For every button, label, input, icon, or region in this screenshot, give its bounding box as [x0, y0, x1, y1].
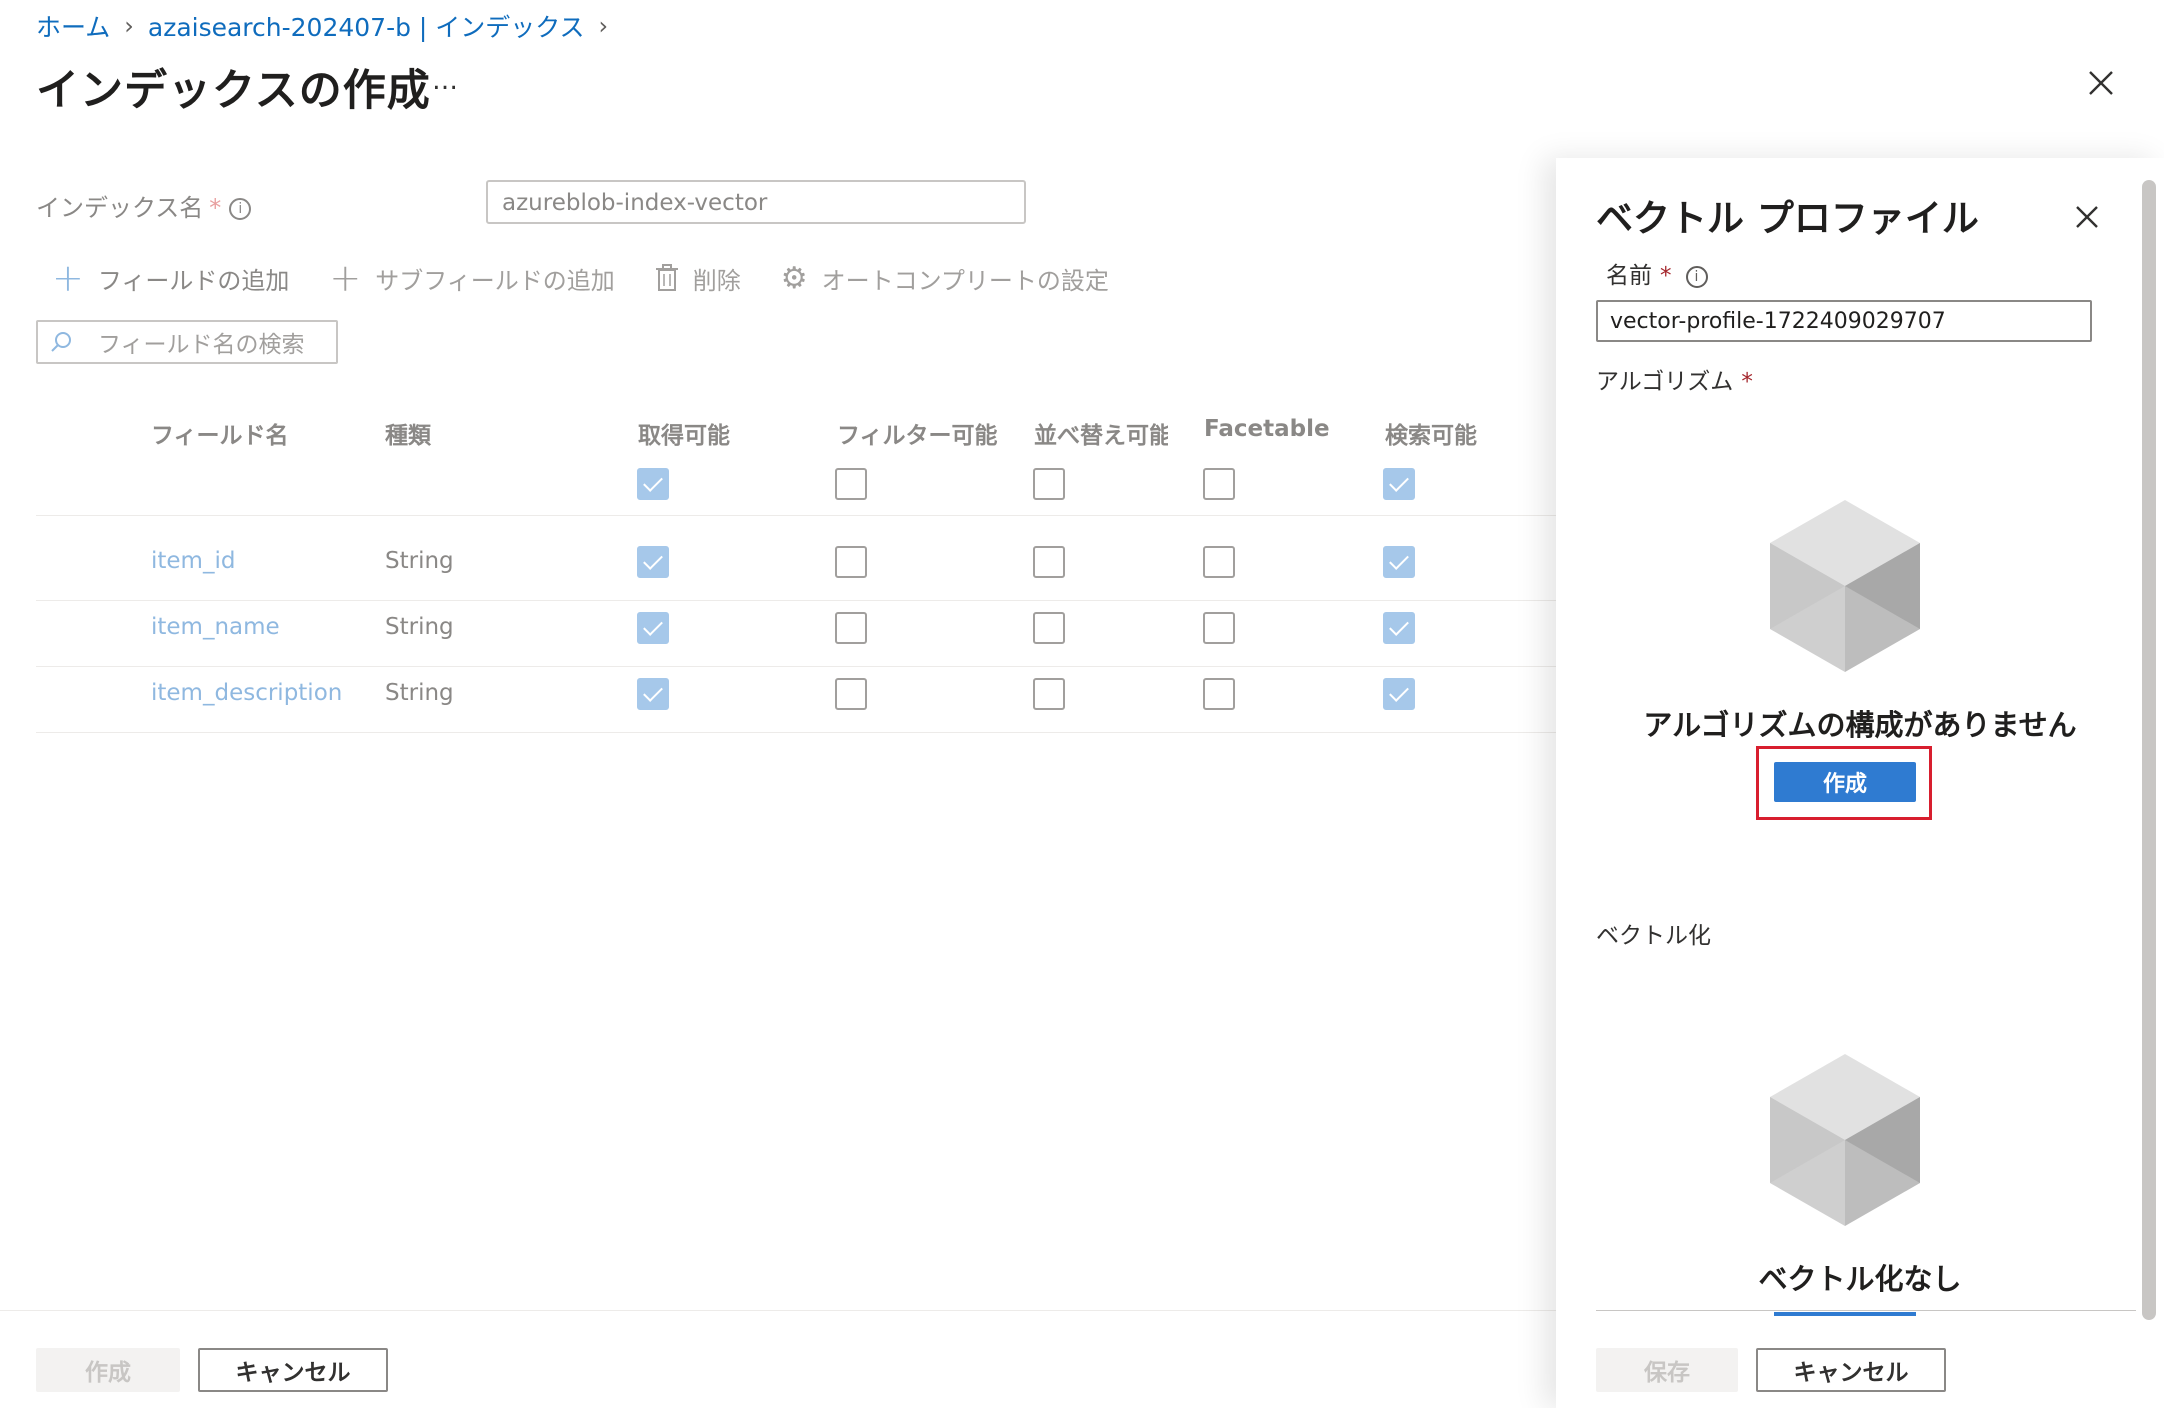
page-title: インデックスの作成	[36, 66, 431, 116]
gear-icon: ⚙	[780, 260, 808, 296]
more-options-icon[interactable]: …	[432, 66, 458, 96]
sortable-checkbox[interactable]	[1033, 678, 1065, 710]
field-name-link[interactable]: item_description	[151, 680, 342, 706]
create-vectorizer-button[interactable]	[1774, 1312, 1916, 1316]
column-header-field-name: フィールド名	[151, 423, 289, 449]
breadcrumb-home-link[interactable]: ホーム	[36, 8, 110, 44]
save-button[interactable]: 保存	[1596, 1348, 1738, 1392]
cube-icon	[1770, 500, 1920, 672]
select-all-filterable-checkbox[interactable]	[835, 468, 867, 500]
plus-icon: +	[329, 256, 362, 300]
create-algorithm-button[interactable]: 作成	[1774, 762, 1916, 802]
vectorizer-label: ベクトル化	[1596, 923, 1711, 949]
column-header-filterable: フィルター可能	[837, 423, 998, 449]
facetable-checkbox[interactable]	[1203, 612, 1235, 644]
column-header-searchable: 検索可能	[1385, 423, 1477, 449]
searchable-checkbox[interactable]	[1383, 678, 1415, 710]
breadcrumb-resource-link[interactable]: azaisearch-202407-b | インデックス	[148, 8, 585, 44]
field-type: String	[385, 548, 454, 574]
algorithm-label: アルゴリズム *	[1596, 369, 1753, 395]
searchable-checkbox[interactable]	[1383, 612, 1415, 644]
index-name-input[interactable]: azureblob-index-vector	[486, 180, 1026, 224]
cancel-button[interactable]: キャンセル	[198, 1348, 388, 1392]
field-toolbar: + フィールドの追加 + サブフィールドの追加 削除 ⚙ オートコンプリートの設定	[52, 256, 1149, 300]
plus-icon: +	[52, 256, 84, 300]
cube-icon	[1770, 1054, 1920, 1226]
trash-icon	[655, 264, 678, 291]
chevron-right-icon: ›	[598, 12, 609, 40]
vector-profile-panel: ベクトル プロファイル 名前 * i vector-profile-17224090…	[1556, 158, 2164, 1408]
name-label: 名前 * i	[1606, 256, 1708, 290]
add-field-button[interactable]: + フィールドの追加	[52, 256, 289, 300]
panel-title: ベクトル プロファイル	[1596, 197, 1979, 240]
add-subfield-button[interactable]: + サブフィールドの追加	[329, 256, 614, 300]
create-index-button[interactable]: 作成	[36, 1348, 180, 1392]
retrievable-checkbox[interactable]	[637, 546, 669, 578]
select-all-searchable-checkbox[interactable]	[1383, 468, 1415, 500]
search-icon	[51, 332, 71, 352]
profile-name-input[interactable]: vector-profile-1722409029707	[1596, 300, 2092, 342]
delete-button[interactable]: 削除	[655, 261, 741, 296]
filterable-checkbox[interactable]	[835, 612, 867, 644]
select-all-sortable-checkbox[interactable]	[1033, 468, 1065, 500]
select-all-facetable-checkbox[interactable]	[1203, 468, 1235, 500]
index-name-label: インデックス名 * i	[36, 188, 252, 223]
no-algorithm-message: アルゴリズムの構成がありません	[1643, 708, 2077, 742]
chevron-right-icon: ›	[124, 12, 134, 40]
field-type: String	[385, 614, 454, 640]
field-search-input[interactable]: フィールド名の検索	[36, 320, 338, 364]
field-name-link[interactable]: item_id	[151, 548, 235, 574]
column-header-type: 種類	[385, 423, 431, 449]
filterable-checkbox[interactable]	[835, 546, 867, 578]
column-header-facetable: Facetable	[1204, 416, 1330, 442]
info-icon[interactable]: i	[1685, 265, 1708, 288]
filterable-checkbox[interactable]	[835, 678, 867, 710]
facetable-checkbox[interactable]	[1203, 678, 1235, 710]
no-vectorizer-message: ベクトル化なし	[1758, 1262, 1962, 1296]
select-all-retrievable-checkbox[interactable]	[637, 468, 669, 500]
close-icon[interactable]	[2086, 68, 2116, 98]
sortable-checkbox[interactable]	[1033, 546, 1065, 578]
facetable-checkbox[interactable]	[1203, 546, 1235, 578]
panel-cancel-button[interactable]: キャンセル	[1756, 1348, 1946, 1392]
retrievable-checkbox[interactable]	[637, 678, 669, 710]
autocomplete-settings-button[interactable]: ⚙ オートコンプリートの設定	[781, 261, 1109, 296]
close-icon[interactable]	[2074, 204, 2100, 230]
info-icon[interactable]: i	[229, 198, 252, 220]
retrievable-checkbox[interactable]	[637, 612, 669, 644]
field-name-link[interactable]: item_name	[151, 614, 280, 640]
breadcrumb: ホーム › azaisearch-202407-b | インデックス ›	[36, 8, 622, 44]
column-header-retrievable: 取得可能	[638, 423, 730, 449]
sortable-checkbox[interactable]	[1033, 612, 1065, 644]
scrollbar[interactable]	[2142, 180, 2156, 1320]
field-type: String	[385, 680, 454, 706]
searchable-checkbox[interactable]	[1383, 546, 1415, 578]
column-header-sortable: 並べ替え可能	[1034, 423, 1168, 449]
